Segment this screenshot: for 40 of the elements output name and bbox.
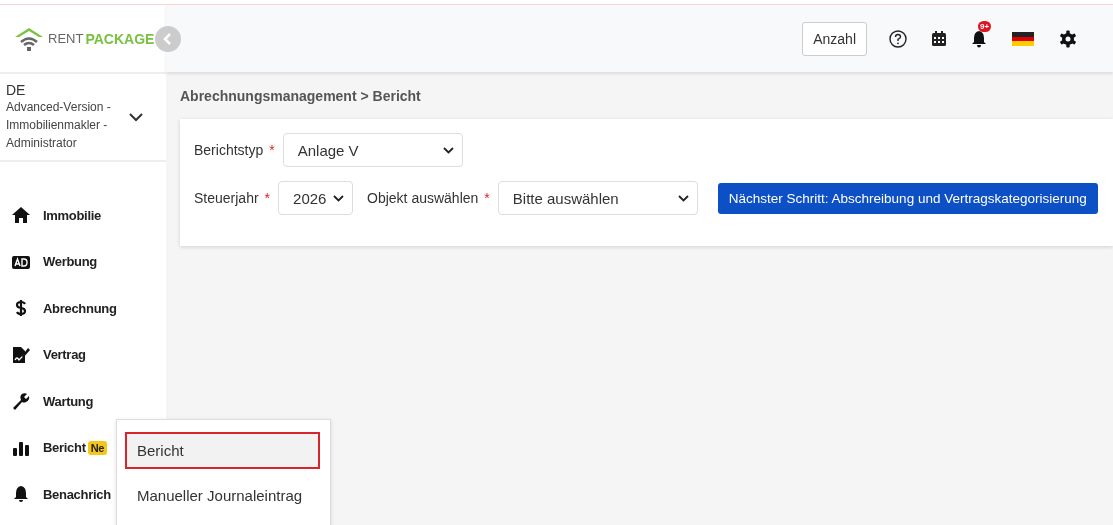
submenu-item[interactable]: Bericht — [125, 432, 320, 469]
help-icon[interactable] — [889, 29, 907, 48]
required-mark: * — [484, 190, 490, 206]
logo-text: RENT — [48, 31, 84, 46]
sidebar-item[interactable]: Werbung — [0, 238, 99, 285]
account-code: DE — [6, 82, 27, 98]
logo-text: PACKAGE — [85, 30, 155, 47]
field-label: Objekt auswählen — [367, 190, 479, 206]
german-flag-icon[interactable] — [1012, 31, 1034, 46]
new-badge: Ne — [87, 440, 108, 455]
chevron-down-icon — [333, 194, 345, 202]
field-label: Berichtstyp — [194, 142, 264, 158]
select-field[interactable]: 2026 — [278, 181, 354, 215]
house-wifi-icon — [14, 25, 44, 52]
sidebar-item[interactable]: Abrechnung — [0, 285, 119, 332]
next-step-button[interactable]: Nächster Schritt: Abschreibung und Vertragskategorisierung — [717, 182, 1098, 214]
calendar-icon[interactable] — [932, 31, 946, 46]
wrench-icon — [11, 392, 31, 411]
field-label: Steuerjahr — [194, 190, 259, 206]
chevron-down-icon — [677, 194, 689, 202]
sidebar-item[interactable]: Wartung — [0, 378, 96, 425]
select-field[interactable]: Anlage V — [282, 133, 463, 167]
settings-icon[interactable] — [1059, 29, 1077, 48]
sidebar-item[interactable]: Bericht Ne — [0, 424, 110, 471]
sidebar-item[interactable]: Vertrag — [0, 331, 88, 378]
notification-badge: 9+ — [978, 20, 992, 32]
required-mark: * — [269, 142, 275, 158]
select-field[interactable]: Bitte auswählen — [497, 181, 698, 215]
breadcrumb: Abrechnungsmanagement > Bericht — [180, 88, 422, 104]
bell-icon[interactable] — [971, 29, 987, 48]
chevron-down-icon — [442, 146, 454, 154]
account-role: Advanced-Version - Immobilienmakler - Administrator — [6, 99, 112, 152]
sidebar-item[interactable]: Immobilie — [0, 192, 103, 239]
count-button[interactable]: Anzahl — [802, 21, 867, 56]
document-pen-icon — [11, 345, 31, 364]
house-icon — [11, 206, 31, 225]
chevron-down-icon[interactable] — [129, 112, 143, 122]
required-mark: * — [264, 190, 271, 206]
submenu-item[interactable]: Manueller Journaleintrag — [125, 477, 320, 514]
sidebar-item[interactable]: Benachrich — [0, 471, 113, 518]
